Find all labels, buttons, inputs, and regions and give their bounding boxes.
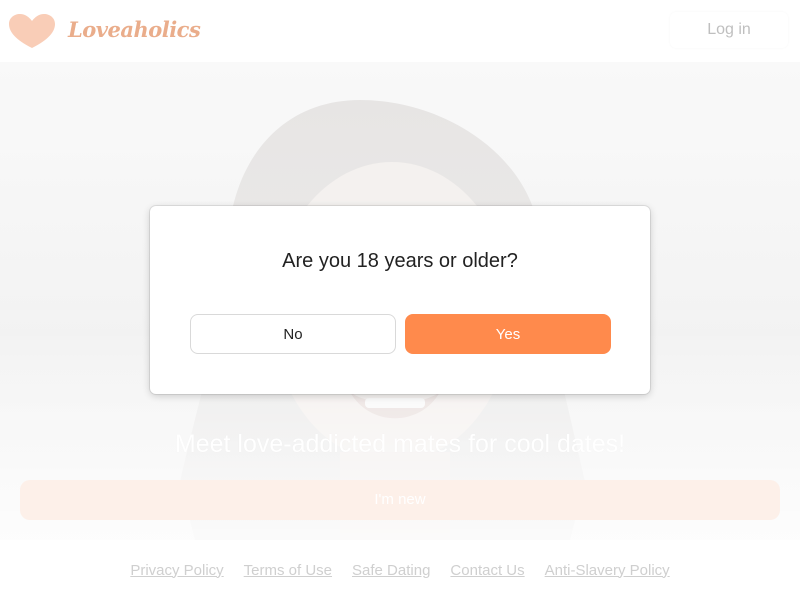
- age-question: Are you 18 years or older?: [282, 250, 518, 272]
- yes-button[interactable]: Yes: [405, 314, 611, 354]
- no-button[interactable]: No: [190, 314, 396, 354]
- age-verification-modal: Are you 18 years or older? No Yes: [150, 206, 650, 394]
